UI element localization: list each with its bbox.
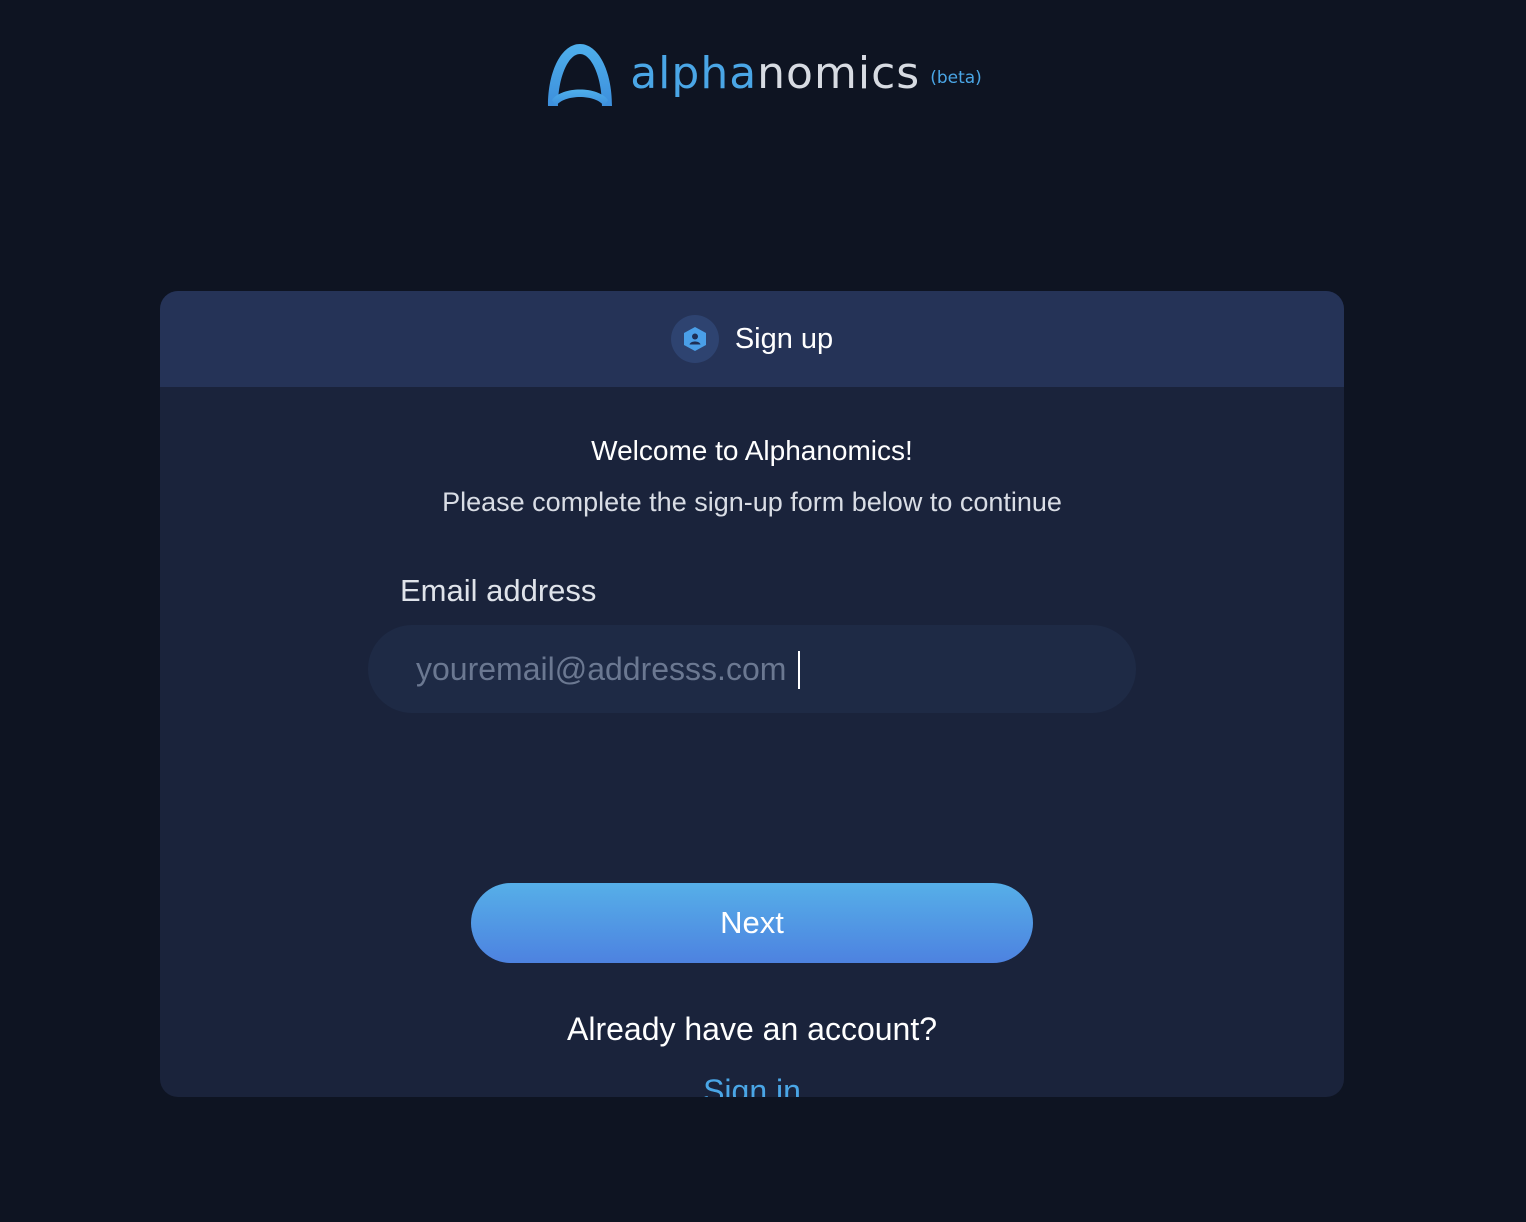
welcome-heading: Welcome to Alphanomics! (591, 435, 913, 466)
brand-wordmark-nomics: nomics (757, 48, 921, 99)
next-button[interactable]: Next (471, 883, 1033, 963)
signup-card: Sign up Welcome to Alphanomics! Please c… (160, 291, 1344, 1097)
beta-badge: (beta) (930, 68, 982, 88)
user-hexagon-icon (670, 315, 719, 363)
email-field[interactable] (368, 625, 1136, 713)
card-header: Sign up (160, 291, 1344, 387)
email-label: Email address (400, 573, 597, 608)
brand-wordmark-alpha: alpha (630, 48, 758, 99)
text-caret (798, 651, 800, 689)
alphanomics-arch-logo-icon (548, 44, 613, 106)
welcome-subtitle: Please complete the sign-up form below t… (442, 487, 1062, 517)
brand-wordmark: alphanomics (630, 52, 920, 96)
signin-link-container: Sign in (160, 1073, 1344, 1097)
brand-logo: alphanomics (beta) (544, 40, 982, 108)
brand-header: alphanomics (beta) (0, 40, 1526, 108)
signup-page: alphanomics (beta) Sign up Welcome to Al… (0, 0, 1526, 1222)
signin-link[interactable]: Sign in (703, 1073, 801, 1097)
email-field-wrapper (368, 625, 1136, 713)
already-have-account-text: Already have an account? (566, 1011, 938, 1047)
card-body: Welcome to Alphanomics! Please complete … (160, 387, 1344, 1097)
card-title: Sign up (734, 322, 834, 355)
